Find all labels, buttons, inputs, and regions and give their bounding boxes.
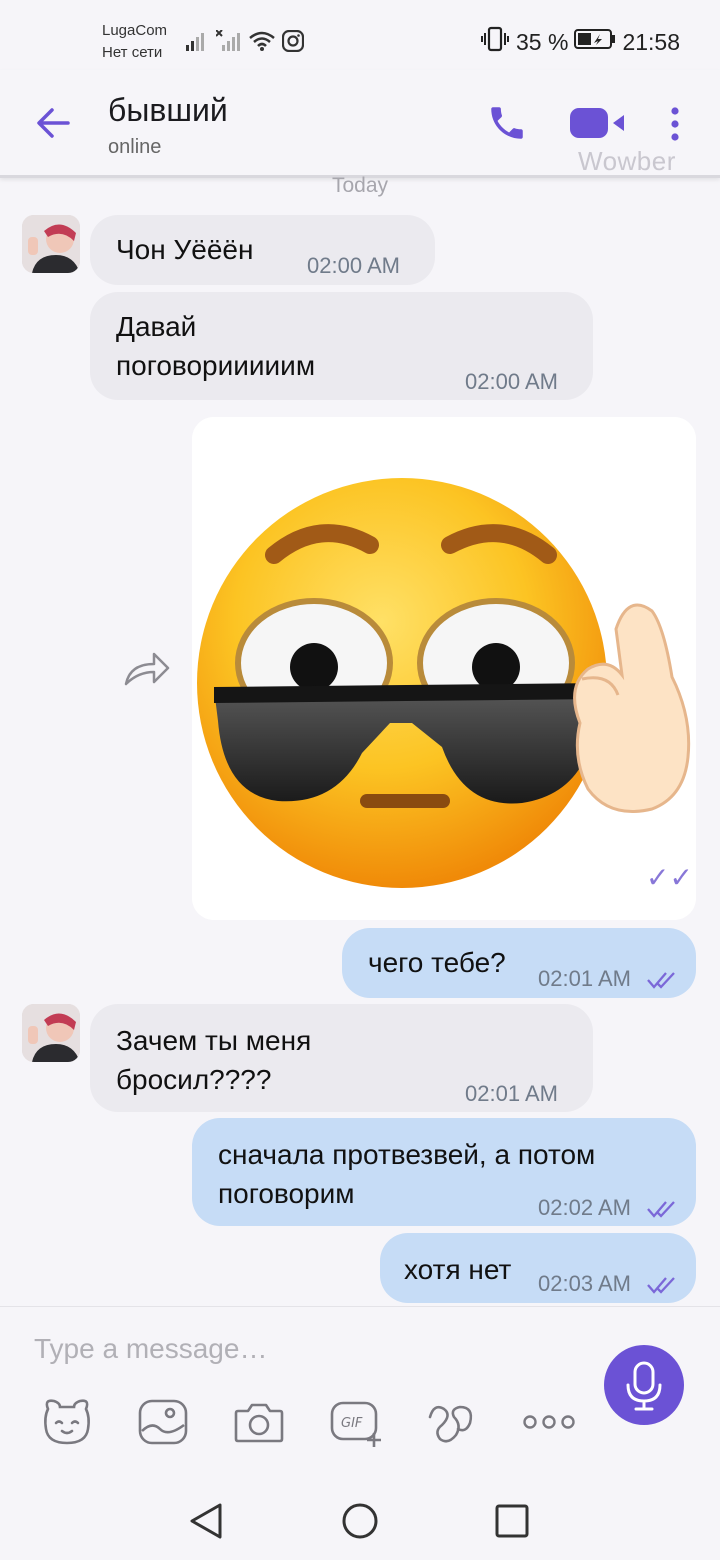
nav-back-icon[interactable] [188, 1501, 224, 1546]
clock: 21:58 [622, 28, 680, 55]
read-receipt-icon [646, 962, 678, 1000]
message-input[interactable] [34, 1329, 554, 1369]
message-bubble-incoming[interactable]: Давай поговорииииим 02:00 AM [90, 292, 593, 400]
presence-status: online [108, 136, 162, 158]
message-time: 02:03 AM [538, 1271, 631, 1296]
message-time: 02:02 AM [538, 1195, 631, 1220]
status-bar: LugaCom Нет сети 35 % 21:58 [0, 0, 720, 70]
message-bubble-incoming[interactable]: Чон Уёёён 02:00 AM [90, 215, 435, 285]
message-text-line: Давай [116, 311, 197, 342]
battery-icon [574, 28, 616, 56]
more-icon[interactable] [522, 1395, 576, 1449]
microphone-button[interactable] [604, 1345, 684, 1425]
message-bubble-outgoing[interactable]: сначала протвезвей, а потом поговорим 02… [192, 1118, 696, 1226]
emoji-sunglasses-sticker: ✓✓ [192, 417, 696, 920]
nav-recents-icon[interactable] [494, 1501, 530, 1546]
message-text: чего тебе? [368, 947, 506, 978]
message-bubble-outgoing[interactable]: хотя нет 02:03 AM [380, 1233, 696, 1303]
message-time: 02:01 AM [538, 966, 631, 991]
message-text-line: сначала протвезвей, а потом [218, 1139, 596, 1170]
avatar[interactable] [22, 1004, 80, 1062]
battery-percent: 35 % [516, 28, 569, 55]
message-text-line: поговорииииим [116, 350, 316, 381]
sticker-icon[interactable] [40, 1395, 94, 1449]
camera-icon[interactable] [232, 1395, 286, 1449]
carrier-name: LugaCom [102, 22, 168, 39]
message-time: 02:00 AM [307, 253, 400, 278]
message-text: Чон Уёёён [116, 234, 254, 265]
nav-home-icon[interactable] [341, 1501, 379, 1546]
message-bubble-outgoing[interactable]: чего тебе? 02:01 AM [342, 928, 696, 998]
message-text-line: бросил???? [116, 1064, 272, 1095]
more-options-icon[interactable] [668, 106, 682, 147]
date-separator: Today [331, 174, 389, 197]
doodle-icon[interactable] [426, 1395, 480, 1449]
message-text: хотя нет [404, 1254, 512, 1285]
avatar[interactable] [22, 215, 80, 273]
no-signal-icon [216, 30, 242, 52]
network-status: Нет сети [102, 44, 163, 61]
message-text-line: Зачем ты меня [116, 1025, 312, 1056]
gif-icon[interactable]: GIF [328, 1395, 382, 1449]
gallery-icon[interactable] [136, 1395, 190, 1449]
wifi-icon [248, 30, 276, 52]
message-text-line: поговорим [218, 1178, 355, 1209]
forward-icon[interactable] [122, 648, 172, 693]
instagram-icon [282, 30, 304, 52]
phone-icon[interactable] [486, 102, 528, 149]
video-call-icon[interactable] [570, 108, 628, 143]
message-bubble-incoming[interactable]: Зачем ты меня бросил???? 02:01 AM [90, 1004, 593, 1112]
contact-name[interactable]: бывший [108, 92, 228, 129]
vibrate-icon [480, 26, 510, 58]
watermark: Wowber [578, 146, 676, 176]
read-receipt-icon [646, 1191, 678, 1229]
message-composer: GIF [0, 1306, 720, 1481]
chat-header: бывший online Wowber [0, 70, 720, 178]
svg-text:✓✓: ✓✓ [646, 861, 693, 894]
read-receipt-icon [646, 1267, 678, 1305]
system-navigation-bar [0, 1481, 720, 1560]
message-time: 02:01 AM [465, 1081, 558, 1106]
signal-icon [186, 30, 210, 52]
microphone-icon [626, 1361, 662, 1411]
carrier-info: LugaCom Нет сети [102, 20, 167, 64]
image-message[interactable]: ✓✓ [192, 417, 696, 920]
status-right: 35 % 21:58 [480, 26, 680, 58]
svg-text:GIF: GIF [341, 1416, 363, 1431]
back-arrow-icon[interactable] [30, 100, 76, 146]
message-time: 02:00 AM [465, 369, 558, 394]
